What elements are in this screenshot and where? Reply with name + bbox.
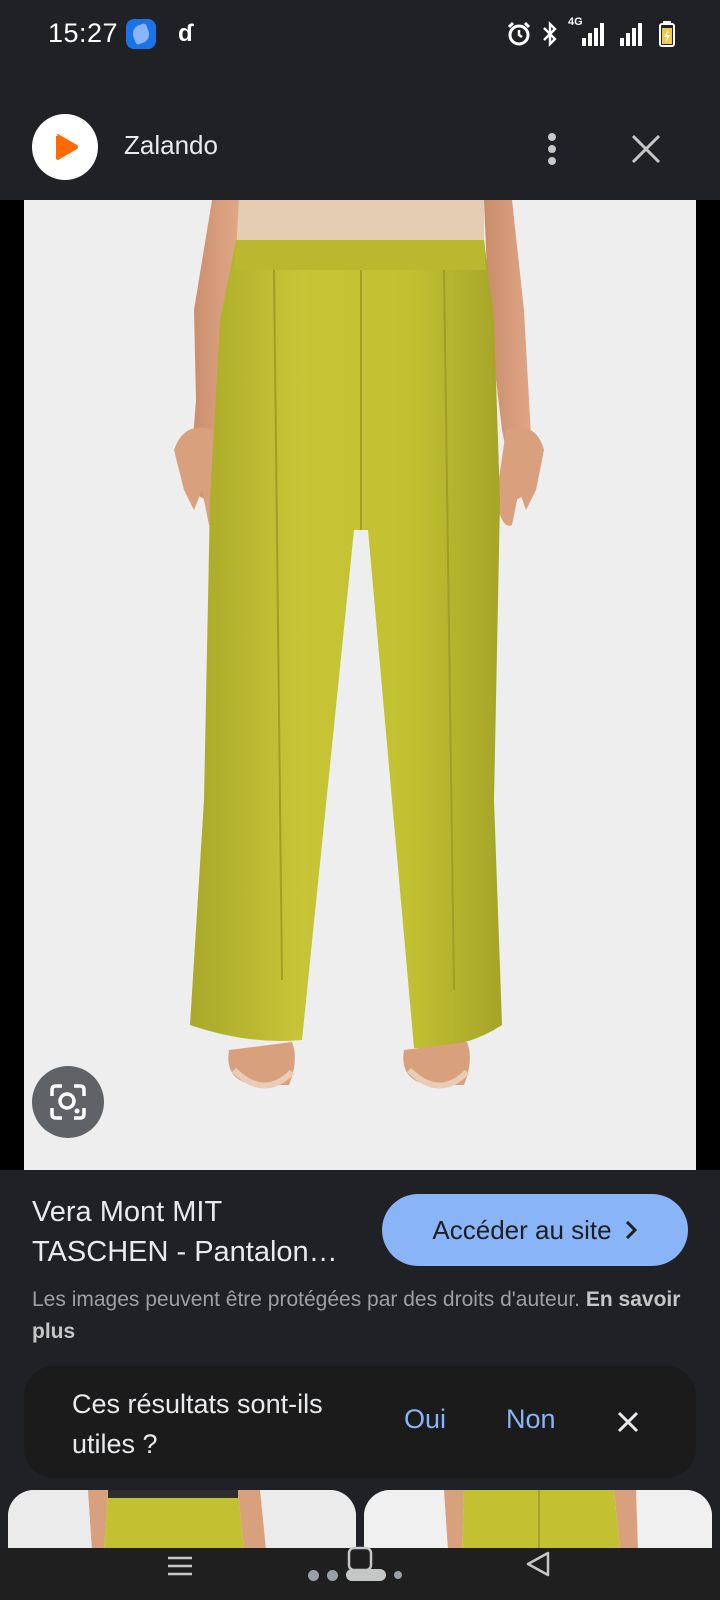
google-lens-button[interactable]: [32, 1066, 104, 1138]
visit-site-button[interactable]: Accéder au site: [382, 1194, 688, 1266]
status-icons: 4G: [506, 16, 676, 50]
back-button[interactable]: [522, 1548, 554, 1584]
lens-icon: [50, 1084, 86, 1120]
related-result-thumbnail[interactable]: [8, 1490, 356, 1550]
trousers-image: [174, 200, 544, 1089]
recent-apps-button[interactable]: [164, 1548, 196, 1584]
more-vert-icon: [548, 133, 556, 165]
d-app-icon: ɗ: [178, 20, 193, 47]
page-indicator: [308, 1568, 402, 1582]
zalando-logo: [32, 114, 98, 180]
bluetooth-icon: [543, 21, 557, 47]
signal-icon: 4G: [568, 16, 608, 48]
visit-site-label: Accéder au site: [432, 1214, 612, 1245]
chevron-right-icon: [625, 1220, 637, 1240]
product-image[interactable]: [24, 200, 696, 1170]
feedback-yes-button[interactable]: Oui: [404, 1404, 446, 1435]
image-letterbox-right: [696, 200, 720, 1170]
image-letterbox-left: [0, 200, 24, 1170]
close-button[interactable]: [624, 127, 668, 171]
battery-icon: [659, 21, 675, 47]
related-result-thumbnail[interactable]: [364, 1490, 712, 1550]
close-icon: [631, 134, 661, 164]
page-dot: [394, 1571, 402, 1579]
related-trousers-image: [364, 1490, 712, 1550]
feedback-no-button[interactable]: Non: [506, 1404, 556, 1435]
app-title: Zalando: [124, 130, 218, 160]
copyright-text: Les images peuvent être protégées par de…: [32, 1288, 581, 1311]
blue-app-icon: [126, 19, 156, 49]
zalando-play-logo-icon: [56, 134, 78, 160]
menu-icon: [168, 1556, 192, 1576]
page-dot: [327, 1569, 338, 1581]
product-title[interactable]: Vera Mont MIT TASCHEN - Pantalon…: [32, 1192, 362, 1272]
signal-icon: [620, 23, 642, 46]
page-dot-active: [346, 1569, 386, 1581]
more-options-button[interactable]: [530, 127, 574, 171]
copyright-notice: Les images peuvent être protégées par de…: [32, 1284, 702, 1348]
feedback-question: Ces résultats sont-ils utiles ?: [72, 1389, 323, 1459]
status-time: 15:27: [48, 18, 119, 48]
back-icon: [526, 1551, 550, 1577]
feedback-dismiss-button[interactable]: [606, 1400, 650, 1444]
app-header: [0, 110, 720, 196]
close-icon: [617, 1411, 639, 1433]
page-dot: [308, 1569, 319, 1581]
related-trousers-image: [8, 1490, 356, 1550]
alarm-icon: [507, 21, 531, 46]
